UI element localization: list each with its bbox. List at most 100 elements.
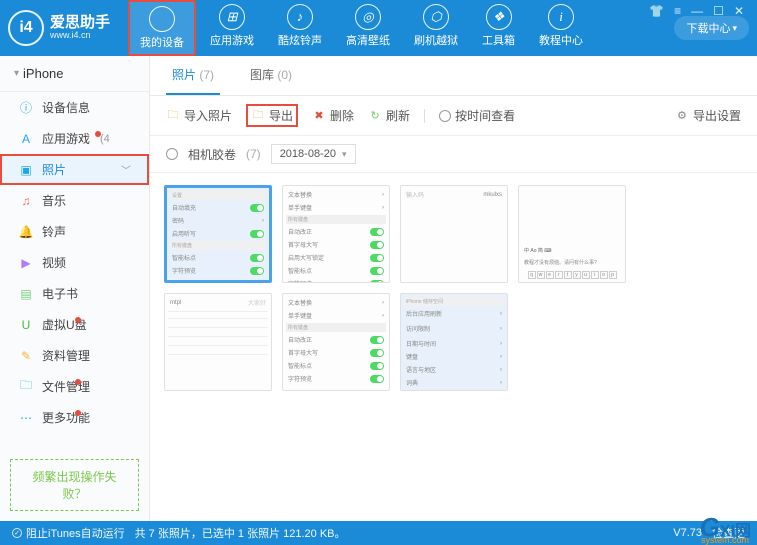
maximize-button[interactable]: ☐ xyxy=(710,4,727,18)
download-center-button[interactable]: 下载中心▾ xyxy=(674,16,749,40)
nav-item-4[interactable]: ⬡ 刷机越狱 xyxy=(404,0,468,56)
notification-dot xyxy=(75,379,81,385)
photo-thumb[interactable]: iPhone 储存空间 后台应用刷新› 访问限制› 日期与时间› 键盘› 语言与… xyxy=(400,293,508,391)
menu-button[interactable]: ≡ xyxy=(671,4,684,18)
nav-icon: ⬡ xyxy=(423,4,449,30)
folder-import-icon: 🗀 xyxy=(166,109,180,123)
photo-thumb[interactable]: 文本替换› 单手键盘› 所有键盘 自动改正 首字母大写 启用大写锁定 智能标点 … xyxy=(282,185,390,283)
refresh-button[interactable]: ↻刷新 xyxy=(368,107,410,124)
tab-1[interactable]: 图库 (0) xyxy=(244,56,298,95)
import-button[interactable]: 🗀导入照片 xyxy=(166,107,232,124)
watermark-sub: system.com xyxy=(701,535,749,545)
filter-row: 相机胶卷 (7) 2018-08-20▾ xyxy=(150,136,757,173)
logo-icon: i4 xyxy=(8,10,44,46)
content-tabs: 照片 (7) 图库 (0) xyxy=(150,56,757,96)
sidebar-icon: ✎ xyxy=(18,348,34,364)
nav-label: 刷机越狱 xyxy=(414,32,458,48)
sidebar-item-6[interactable]: ▤电子书 xyxy=(0,278,149,309)
sidebar-label: 应用游戏 xyxy=(42,130,90,147)
app-header: i4 爱思助手 www.i4.cn 我的设备 ⊞ 应用游戏 ♪ 酷炫铃声 ◎ 高清壁纸 ⬡ 刷机… xyxy=(0,0,757,56)
nav-label: 工具箱 xyxy=(482,32,515,48)
close-button[interactable]: ✕ xyxy=(731,4,747,18)
photo-thumb[interactable]: 输入码mkulxs xyxy=(400,185,508,283)
toolbar: 🗀导入照片 🗀导出 ✖删除 ↻刷新 按时间查看 ⚙导出设置 xyxy=(150,96,757,136)
sidebar-item-0[interactable]: ⓘ 设备信息 xyxy=(0,92,149,123)
sidebar-item-9[interactable]: 🗀 文件管理 xyxy=(0,371,149,402)
sidebar-label: 照片 xyxy=(42,161,66,178)
nav-item-6[interactable]: i 教程中心 xyxy=(529,0,593,56)
sidebar-label: 设备信息 xyxy=(42,99,90,116)
sidebar-icon: ⋯ xyxy=(18,410,34,426)
app-url: www.i4.cn xyxy=(50,31,110,41)
nav-icon: ◎ xyxy=(355,4,381,30)
nav-icon: i xyxy=(548,4,574,30)
sidebar-count: (4 xyxy=(100,133,110,145)
nav-icon: ♪ xyxy=(287,4,313,30)
sidebar-item-5[interactable]: ▶视频 xyxy=(0,247,149,278)
sidebar-icon: 🔔 xyxy=(18,224,34,240)
sidebar-item-4[interactable]: 🔔 铃声 xyxy=(0,216,149,247)
nav-item-5[interactable]: ❖ 工具箱 xyxy=(472,0,525,56)
nav-label: 我的设备 xyxy=(140,34,184,50)
sidebar-item-7[interactable]: U虚拟U盘 xyxy=(0,309,149,340)
folder-export-icon: 🗀 xyxy=(251,109,265,123)
view-by-time-button[interactable]: 按时间查看 xyxy=(439,107,515,124)
thumbnail-grid: 设置 自动填充 密码› 启用听写 所有键盘 智能标点 字符预览 文本替换› 单手… xyxy=(150,173,757,521)
nav-label: 教程中心 xyxy=(539,32,583,48)
notification-dot xyxy=(75,410,81,416)
sidebar-label: 更多功能 xyxy=(42,409,90,426)
nav-label: 酷炫铃声 xyxy=(278,32,322,48)
radio-icon xyxy=(439,110,451,122)
camera-roll-radio[interactable] xyxy=(166,148,178,160)
device-header[interactable]: ▾ iPhone xyxy=(0,56,149,92)
nav-label: 应用游戏 xyxy=(210,32,254,48)
notification-dot xyxy=(95,131,101,137)
minimize-button[interactable]: — xyxy=(688,4,706,18)
block-itunes-toggle[interactable]: ✓阻止iTunes自动运行 xyxy=(12,525,125,541)
nav-icon: ❖ xyxy=(486,4,512,30)
sidebar-icon: ⓘ xyxy=(18,100,34,116)
photo-thumb[interactable]: 设置 自动填充 密码› 启用听写 所有键盘 智能标点 字符预览 xyxy=(164,185,272,283)
sidebar-label: 视频 xyxy=(42,254,66,271)
sidebar-icon: A xyxy=(18,131,34,147)
sidebar-item-3[interactable]: ♫音乐 xyxy=(0,185,149,216)
sidebar-label: 文件管理 xyxy=(42,378,90,395)
export-button[interactable]: 🗀导出 xyxy=(246,104,298,127)
logo: i4 爱思助手 www.i4.cn xyxy=(8,10,122,46)
nav-icon: ⊞ xyxy=(219,4,245,30)
status-bar: ✓阻止iTunes自动运行 共 7 张照片，已选中 1 张照片 121.20 K… xyxy=(0,521,757,545)
photo-thumb[interactable]: 中 Ao 简 ⌨ 教程才没有烦恼。请问有什么事? qwertyuiop xyxy=(518,185,626,283)
camera-roll-count: (7) xyxy=(246,147,261,161)
window-controls: 👕 ≡ — ☐ ✕ xyxy=(646,4,747,18)
sidebar-item-1[interactable]: A 应用游戏 (4 xyxy=(0,123,149,154)
help-link[interactable]: 频繁出现操作失败？ xyxy=(10,459,139,511)
gear-icon: ⚙ xyxy=(675,109,689,123)
app-title: 爱思助手 xyxy=(50,15,110,32)
main-panel: 照片 (7) 图库 (0) 🗀导入照片 🗀导出 ✖删除 ↻刷新 按时间查看 ⚙导出… xyxy=(150,56,757,521)
refresh-icon: ↻ xyxy=(368,109,382,123)
nav-item-2[interactable]: ♪ 酷炫铃声 xyxy=(268,0,332,56)
photo-thumb[interactable]: mtpl大家好 xyxy=(164,293,272,391)
delete-icon: ✖ xyxy=(312,109,326,123)
tab-0[interactable]: 照片 (7) xyxy=(166,56,220,95)
chevron-down-icon: ﹀ xyxy=(121,162,131,177)
nav-item-0[interactable]: 我的设备 xyxy=(128,0,196,56)
sidebar: ▾ iPhone ⓘ设备信息A应用游戏(4▣照片﹀♫音乐🔔铃声▶视频▤电子书U虚… xyxy=(0,56,150,521)
photo-thumb[interactable]: 文本替换› 单手键盘› 所有键盘 自动改正 首字母大写 智能标点 字符预览 xyxy=(282,293,390,391)
nav-label: 高清壁纸 xyxy=(346,32,390,48)
delete-button[interactable]: ✖删除 xyxy=(312,107,354,124)
version-label: V7.73 xyxy=(673,527,702,539)
sidebar-icon: 🗀 xyxy=(18,379,34,395)
nav-item-1[interactable]: ⊞ 应用游戏 xyxy=(200,0,264,56)
nav-item-3[interactable]: ◎ 高清壁纸 xyxy=(336,0,400,56)
date-select[interactable]: 2018-08-20▾ xyxy=(271,144,356,164)
skin-button[interactable]: 👕 xyxy=(646,4,667,18)
sidebar-label: 资料管理 xyxy=(42,347,90,364)
sidebar-item-8[interactable]: ✎ 资料管理 xyxy=(0,340,149,371)
sidebar-icon: ▤ xyxy=(18,286,34,302)
sidebar-icon: U xyxy=(18,317,34,333)
export-settings-button[interactable]: ⚙导出设置 xyxy=(675,107,741,124)
sidebar-item-10[interactable]: ⋯ 更多功能 xyxy=(0,402,149,433)
sidebar-label: 铃声 xyxy=(42,223,66,240)
sidebar-item-2[interactable]: ▣照片﹀ xyxy=(0,154,149,185)
